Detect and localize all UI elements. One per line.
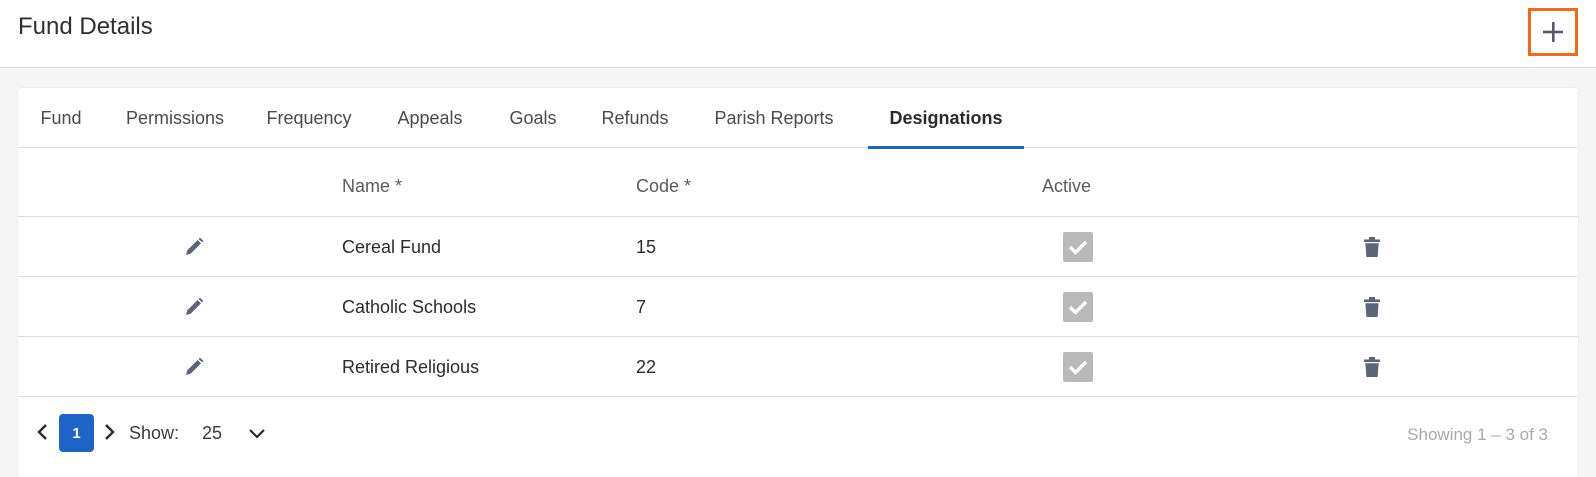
page-size-value: 25: [202, 422, 223, 443]
tab-parish-reports[interactable]: Parish Reports: [701, 88, 847, 148]
tab-appeals[interactable]: Appeals: [384, 88, 476, 148]
tab-bar: Fund Permissions Frequency Appeals Goals…: [18, 88, 1578, 149]
column-header-code[interactable]: Code *: [636, 176, 691, 197]
tab-refunds[interactable]: Refunds: [589, 88, 681, 148]
delete-button[interactable]: [1364, 337, 1380, 397]
checkmark-icon: [1068, 240, 1088, 255]
column-header-active[interactable]: Active: [1042, 176, 1091, 197]
page-size-label: Show:: [129, 423, 180, 443]
checkmark-icon: [1068, 300, 1088, 315]
plus-icon: [1543, 22, 1563, 42]
checkbox-box: [1063, 292, 1093, 322]
delete-button[interactable]: [1364, 217, 1380, 277]
pencil-icon: [186, 297, 204, 315]
designations-card: Fund Permissions Frequency Appeals Goals…: [18, 88, 1578, 477]
trash-icon: [1364, 237, 1380, 257]
designation-code: 7: [636, 296, 647, 317]
tab-frequency[interactable]: Frequency: [254, 88, 364, 148]
designation-name: Cereal Fund: [342, 236, 442, 257]
page-title: Fund Details: [18, 13, 153, 40]
trash-icon: [1364, 297, 1380, 317]
tab-permissions[interactable]: Permissions: [114, 88, 236, 148]
page-header: Fund Details: [0, 0, 1596, 68]
previous-page-button[interactable]: [32, 420, 52, 444]
chevron-left-icon: [37, 424, 47, 440]
pencil-icon: [186, 237, 204, 255]
divider: [18, 396, 1578, 397]
pagination-bar: 1 Show: 25 Showing 1 – 3 of 3: [18, 398, 1578, 468]
designation-code: 22: [636, 356, 657, 377]
page-size-select[interactable]: 25: [198, 416, 288, 450]
add-button[interactable]: [1528, 8, 1578, 56]
tab-designations[interactable]: Designations: [868, 88, 1024, 149]
chevron-down-icon: [249, 429, 265, 439]
pencil-icon: [186, 357, 204, 375]
checkbox-box: [1063, 352, 1093, 382]
tab-fund[interactable]: Fund: [18, 88, 104, 148]
column-header-name[interactable]: Name *: [342, 176, 402, 197]
checkbox-box: [1063, 232, 1093, 262]
page-1-button[interactable]: 1: [59, 414, 94, 452]
checkmark-icon: [1068, 360, 1088, 375]
table-row: Catholic Schools 7: [18, 277, 1578, 337]
edit-button[interactable]: [184, 337, 204, 397]
active-checkbox[interactable]: [1063, 217, 1093, 277]
edit-button[interactable]: [184, 277, 204, 337]
delete-button[interactable]: [1364, 277, 1380, 337]
designation-code: 15: [636, 236, 657, 257]
active-checkbox[interactable]: [1063, 277, 1093, 337]
edit-button[interactable]: [184, 217, 204, 277]
pagination-summary: Showing 1 – 3 of 3: [1407, 425, 1548, 444]
designation-name: Catholic Schools: [342, 296, 477, 317]
chevron-right-icon: [105, 424, 115, 440]
trash-icon: [1364, 357, 1380, 377]
next-page-button[interactable]: [100, 420, 120, 444]
tab-goals[interactable]: Goals: [495, 88, 571, 148]
table-row: Cereal Fund 15: [18, 217, 1578, 277]
table-row: Retired Religious 22: [18, 337, 1578, 397]
designation-name: Retired Religious: [342, 356, 480, 377]
active-checkbox[interactable]: [1063, 337, 1093, 397]
